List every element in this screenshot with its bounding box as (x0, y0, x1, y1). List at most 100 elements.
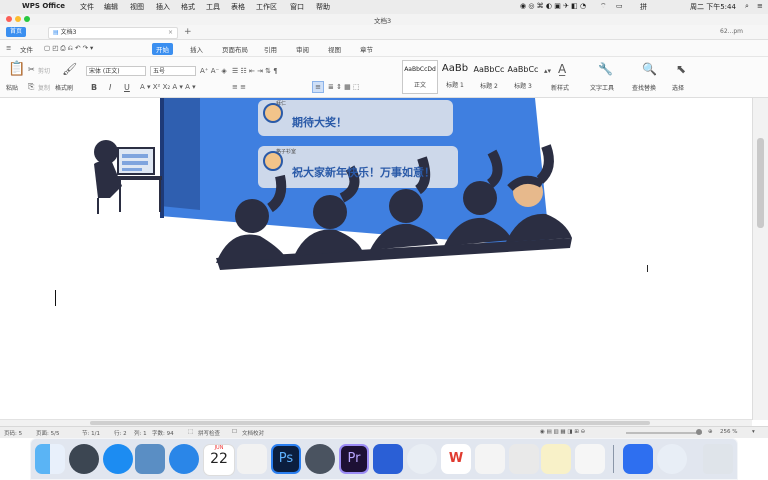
menu-toggle-icon[interactable]: ≡ (6, 44, 11, 52)
preview-icon[interactable] (135, 444, 165, 474)
format-painter-icon[interactable]: 🖌 (62, 63, 77, 75)
app-name-menu[interactable]: WPS Office (22, 2, 65, 10)
find-replace-label[interactable]: 查找替换 (632, 83, 656, 92)
app-store-icon[interactable] (103, 444, 133, 474)
paste-label[interactable]: 粘贴 (6, 83, 18, 92)
find-replace-icon[interactable]: 🔍 (642, 63, 657, 75)
text-tools-label[interactable]: 文字工具 (590, 83, 614, 92)
select-cursor-icon[interactable]: ⬉ (676, 63, 686, 75)
menu-workspace[interactable]: 工作区 (256, 2, 277, 12)
cut-label[interactable]: 剪切 (38, 66, 50, 75)
menu-view[interactable]: 视图 (130, 2, 144, 12)
downloads-icon[interactable] (657, 444, 687, 474)
tab-references[interactable]: 引用 (264, 44, 277, 54)
horizontal-scroll-thumb[interactable] (90, 421, 650, 425)
wechat-icon[interactable] (509, 444, 539, 474)
gitee-icon[interactable] (237, 444, 267, 474)
copy-icon[interactable]: ⎘ (28, 82, 34, 91)
style-heading-2[interactable]: AaBbCc 标题 2 (472, 60, 506, 92)
doc-tab[interactable]: ▤ 文档3 × (48, 27, 178, 39)
paste-icon[interactable]: 📋 (8, 62, 25, 76)
tab-chapter[interactable]: 章节 (360, 44, 373, 54)
select-label[interactable]: 选择 (672, 83, 684, 92)
zoom-window-button[interactable] (24, 16, 30, 22)
input-method-icon[interactable]: 拼 (640, 2, 647, 12)
trash-icon[interactable] (703, 444, 733, 474)
menu-edit[interactable]: 编辑 (104, 2, 118, 12)
new-tab-button[interactable]: + (180, 27, 196, 37)
vertical-scroll-thumb[interactable] (757, 138, 764, 228)
tab-view[interactable]: 视图 (328, 44, 341, 54)
status-spell-check[interactable]: 拼写检查 (198, 429, 220, 437)
paragraph-align-icons[interactable]: ≡ ≡ (232, 83, 246, 92)
books-icon[interactable] (575, 444, 605, 474)
wifi-icon[interactable]: ⌔ (600, 2, 607, 11)
menubar-clock[interactable]: 周二 下午5:44 (690, 2, 736, 12)
justify-align-icon[interactable]: ≡ (312, 81, 324, 93)
status-zoom[interactable]: 256 % (720, 429, 737, 435)
chrome-icon[interactable] (407, 444, 437, 474)
style-normal[interactable]: AaBbCcDd 正文 (402, 60, 438, 94)
tab-file[interactable]: 文件 (20, 44, 33, 54)
zoom-slider[interactable] (626, 432, 702, 434)
tab-insert[interactable]: 插入 (190, 44, 203, 54)
status-doc-check[interactable]: 文档校对 (242, 429, 264, 437)
list-indent-icons[interactable]: ☰ ☷ ⇤ ⇥ ⇅ ¶ (232, 67, 278, 76)
close-window-button[interactable] (6, 16, 12, 22)
battery-icon[interactable]: ▭ (616, 2, 623, 10)
document-canvas[interactable]: 拜仁 期待大奖！ 格子衫室 祝大家新年快乐！万事如意！ I (0, 98, 752, 420)
tab-home[interactable]: 开始 (152, 43, 173, 55)
finder-icon[interactable] (35, 444, 65, 474)
zoom-in-icon[interactable]: ⊕ (708, 429, 713, 435)
qq-icon[interactable] (475, 444, 505, 474)
zoom-menu-icon[interactable]: ▾ (752, 429, 755, 435)
quick-access-icons[interactable]: ▢ ◰ ⎙ ⎌ ↶ ↷ ▾ (44, 44, 93, 53)
bold-icon[interactable]: B (91, 83, 97, 92)
quicktime-icon[interactable] (305, 444, 335, 474)
font-name-select[interactable]: 宋体 (正文) (86, 66, 146, 76)
wps-office-icon[interactable]: W (441, 444, 471, 474)
close-tab-icon[interactable]: × (168, 28, 173, 38)
user-account[interactable]: 62...pm (716, 27, 747, 37)
copy-label[interactable]: 复制 (38, 83, 50, 92)
underline-icon[interactable]: U (124, 83, 130, 92)
keynote-icon[interactable] (373, 444, 403, 474)
baidu-netdisk-icon[interactable] (623, 444, 653, 474)
line-spacing-icons[interactable]: ≣ ⇕ ▦ ⬚ (328, 83, 360, 92)
vertical-scrollbar[interactable] (752, 98, 768, 420)
search-icon[interactable]: ⌕ (745, 2, 749, 11)
format-painter-label[interactable]: 格式刷 (55, 83, 73, 92)
home-tab[interactable]: 首页 (6, 27, 27, 37)
doc-check-icon[interactable]: ☐ (232, 429, 237, 435)
text-tools-icon[interactable]: 🔧 (598, 63, 613, 75)
italic-icon[interactable]: I (109, 83, 111, 92)
launchpad-icon[interactable] (69, 444, 99, 474)
minimize-window-button[interactable] (15, 16, 21, 22)
list-icon[interactable]: ≡ (757, 2, 763, 10)
menu-window[interactable]: 窗口 (290, 2, 304, 12)
font-size-select[interactable]: 五号 (150, 66, 196, 76)
zoom-slider-thumb[interactable] (696, 429, 702, 435)
menu-format[interactable]: 格式 (181, 2, 195, 12)
premiere-icon[interactable]: Pr (339, 444, 369, 474)
photoshop-icon[interactable]: Ps (271, 444, 301, 474)
cut-icon[interactable]: ✂ (28, 65, 35, 74)
menu-insert[interactable]: 插入 (156, 2, 170, 12)
safari-icon[interactable] (169, 444, 199, 474)
text-effects-icons[interactable]: A ▾ X² X₂ A ▾ A ▾ (140, 83, 196, 92)
style-heading-1[interactable]: AaBb 标题 1 (438, 60, 472, 92)
new-style-label[interactable]: 新样式 (551, 83, 569, 92)
notes-icon[interactable] (541, 444, 571, 474)
status-word-count[interactable]: 字数: 94 (152, 429, 174, 437)
grow-shrink-font-icons[interactable]: A⁺ A⁻ ◈ (200, 67, 227, 76)
menu-table[interactable]: 表格 (231, 2, 245, 12)
calendar-icon[interactable]: JUN 22 (203, 444, 235, 476)
styles-scroll-icon[interactable]: ▴▾ (544, 67, 551, 76)
spell-check-icon[interactable]: ⬚ (188, 429, 193, 435)
tab-page-layout[interactable]: 页面布局 (222, 44, 248, 54)
menu-file[interactable]: 文件 (80, 2, 94, 12)
tab-review[interactable]: 审阅 (296, 44, 309, 54)
menu-help[interactable]: 帮助 (316, 2, 330, 12)
new-style-icon[interactable]: A̲ (558, 63, 566, 75)
view-mode-icons[interactable]: ◉ ▤ ▥ ▦ ◨ ⊞ ⊖ (540, 429, 585, 435)
